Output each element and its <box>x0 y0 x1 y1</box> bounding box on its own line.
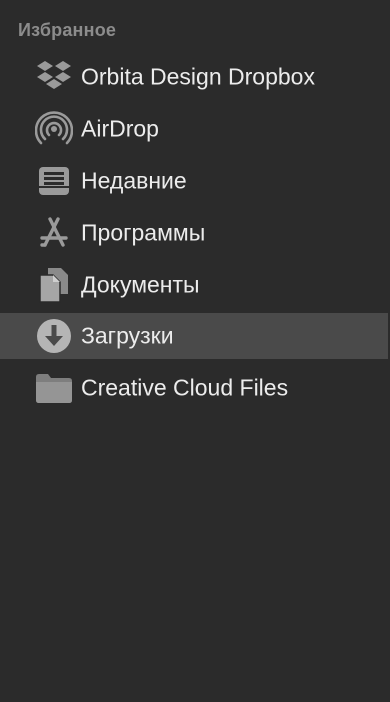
sidebar-item-applications[interactable]: Программы <box>0 210 388 256</box>
sidebar-item-label: Программы <box>81 219 206 246</box>
documents-icon <box>34 265 74 305</box>
sidebar-item-recents[interactable]: Недавние <box>0 158 388 204</box>
applications-icon <box>34 213 74 253</box>
sidebar-item-label: Загрузки <box>81 322 174 349</box>
airdrop-icon <box>34 109 74 149</box>
sidebar-item-documents[interactable]: Документы <box>0 262 388 308</box>
recents-icon <box>34 161 74 201</box>
sidebar-item-label: Creative Cloud Files <box>81 374 289 401</box>
sidebar-item-downloads[interactable]: Загрузки <box>0 313 388 359</box>
favorites-section-title: Избранное <box>18 20 117 40</box>
sidebar-item-airdrop[interactable]: AirDrop <box>0 106 388 152</box>
finder-sidebar: Избранное Orbita Design Dropbox AirDrop … <box>0 0 390 702</box>
sidebar-item-dropbox[interactable]: Orbita Design Dropbox <box>0 54 388 100</box>
sidebar-item-label: AirDrop <box>81 115 159 142</box>
sidebar-item-label: Недавние <box>81 167 187 194</box>
dropbox-icon <box>34 57 74 97</box>
sidebar-item-label: Документы <box>81 271 200 298</box>
sidebar-item-label: Orbita Design Dropbox <box>81 63 315 90</box>
sidebar-item-creative-cloud-files[interactable]: Creative Cloud Files <box>0 365 388 411</box>
downloads-icon <box>34 316 74 356</box>
folder-icon <box>34 368 74 408</box>
